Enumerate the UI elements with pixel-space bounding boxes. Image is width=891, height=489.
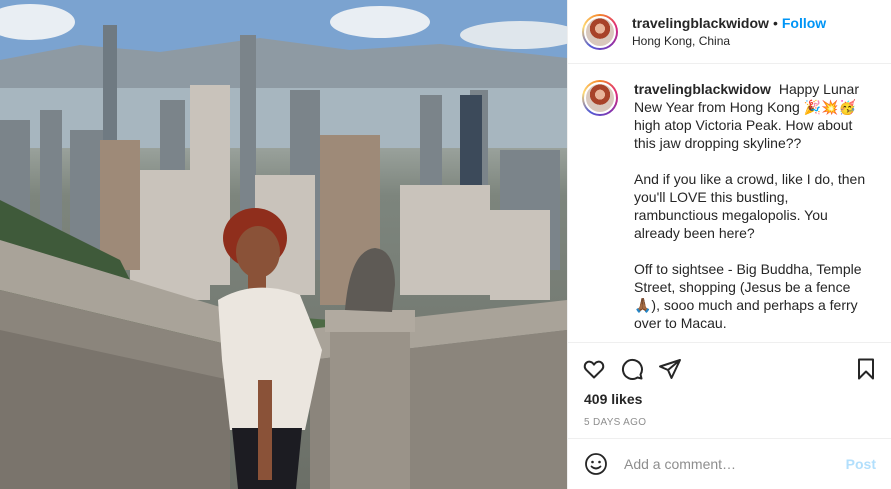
caption-avatar-image (584, 82, 616, 114)
skyline-photo-illustration (0, 0, 567, 489)
comment-bar: Post (568, 438, 891, 489)
header-separator: • (772, 15, 778, 31)
bookmark-icon[interactable] (854, 357, 878, 381)
actions-block: 409 likes 5 DAYS AGO (568, 342, 891, 428)
caption-area: travelingblackwidow Happy Lunar New Year… (568, 64, 891, 344)
avatar[interactable] (582, 13, 618, 50)
post-photo[interactable] (0, 0, 567, 489)
comment-icon[interactable] (620, 357, 644, 381)
post-comment-button[interactable]: Post (846, 456, 876, 472)
instagram-post: travelingblackwidow • Follow Hong Kong, … (0, 0, 891, 489)
caption-paragraph-1: travelingblackwidow Happy Lunar New Year… (634, 80, 874, 152)
post-timestamp[interactable]: 5 DAYS AGO (568, 417, 891, 428)
follow-button[interactable]: Follow (782, 15, 826, 31)
post-side-panel: travelingblackwidow • Follow Hong Kong, … (567, 0, 891, 489)
header-text: travelingblackwidow • Follow Hong Kong, … (632, 15, 826, 48)
post-header: travelingblackwidow • Follow Hong Kong, … (568, 0, 891, 64)
caption-avatar[interactable] (582, 80, 618, 116)
header-username[interactable]: travelingblackwidow (632, 15, 769, 31)
header-line: travelingblackwidow • Follow (632, 15, 826, 31)
caption-username[interactable]: travelingblackwidow (634, 81, 771, 97)
caption-paragraph-3: Off to sightsee - Big Buddha, Temple Str… (634, 261, 862, 331)
caption-body: travelingblackwidow Happy Lunar New Year… (634, 80, 874, 344)
comment-input[interactable] (624, 456, 846, 472)
smiley-icon[interactable] (584, 452, 608, 476)
action-icons (568, 349, 891, 389)
paper-plane-icon[interactable] (658, 357, 682, 381)
likes-count[interactable]: 409 likes (568, 391, 891, 407)
avatar-image (584, 15, 616, 48)
location-link[interactable]: Hong Kong, China (632, 34, 826, 48)
caption-paragraph-2: And if you like a crowd, like I do, then… (634, 171, 866, 241)
heart-icon[interactable] (582, 357, 606, 381)
